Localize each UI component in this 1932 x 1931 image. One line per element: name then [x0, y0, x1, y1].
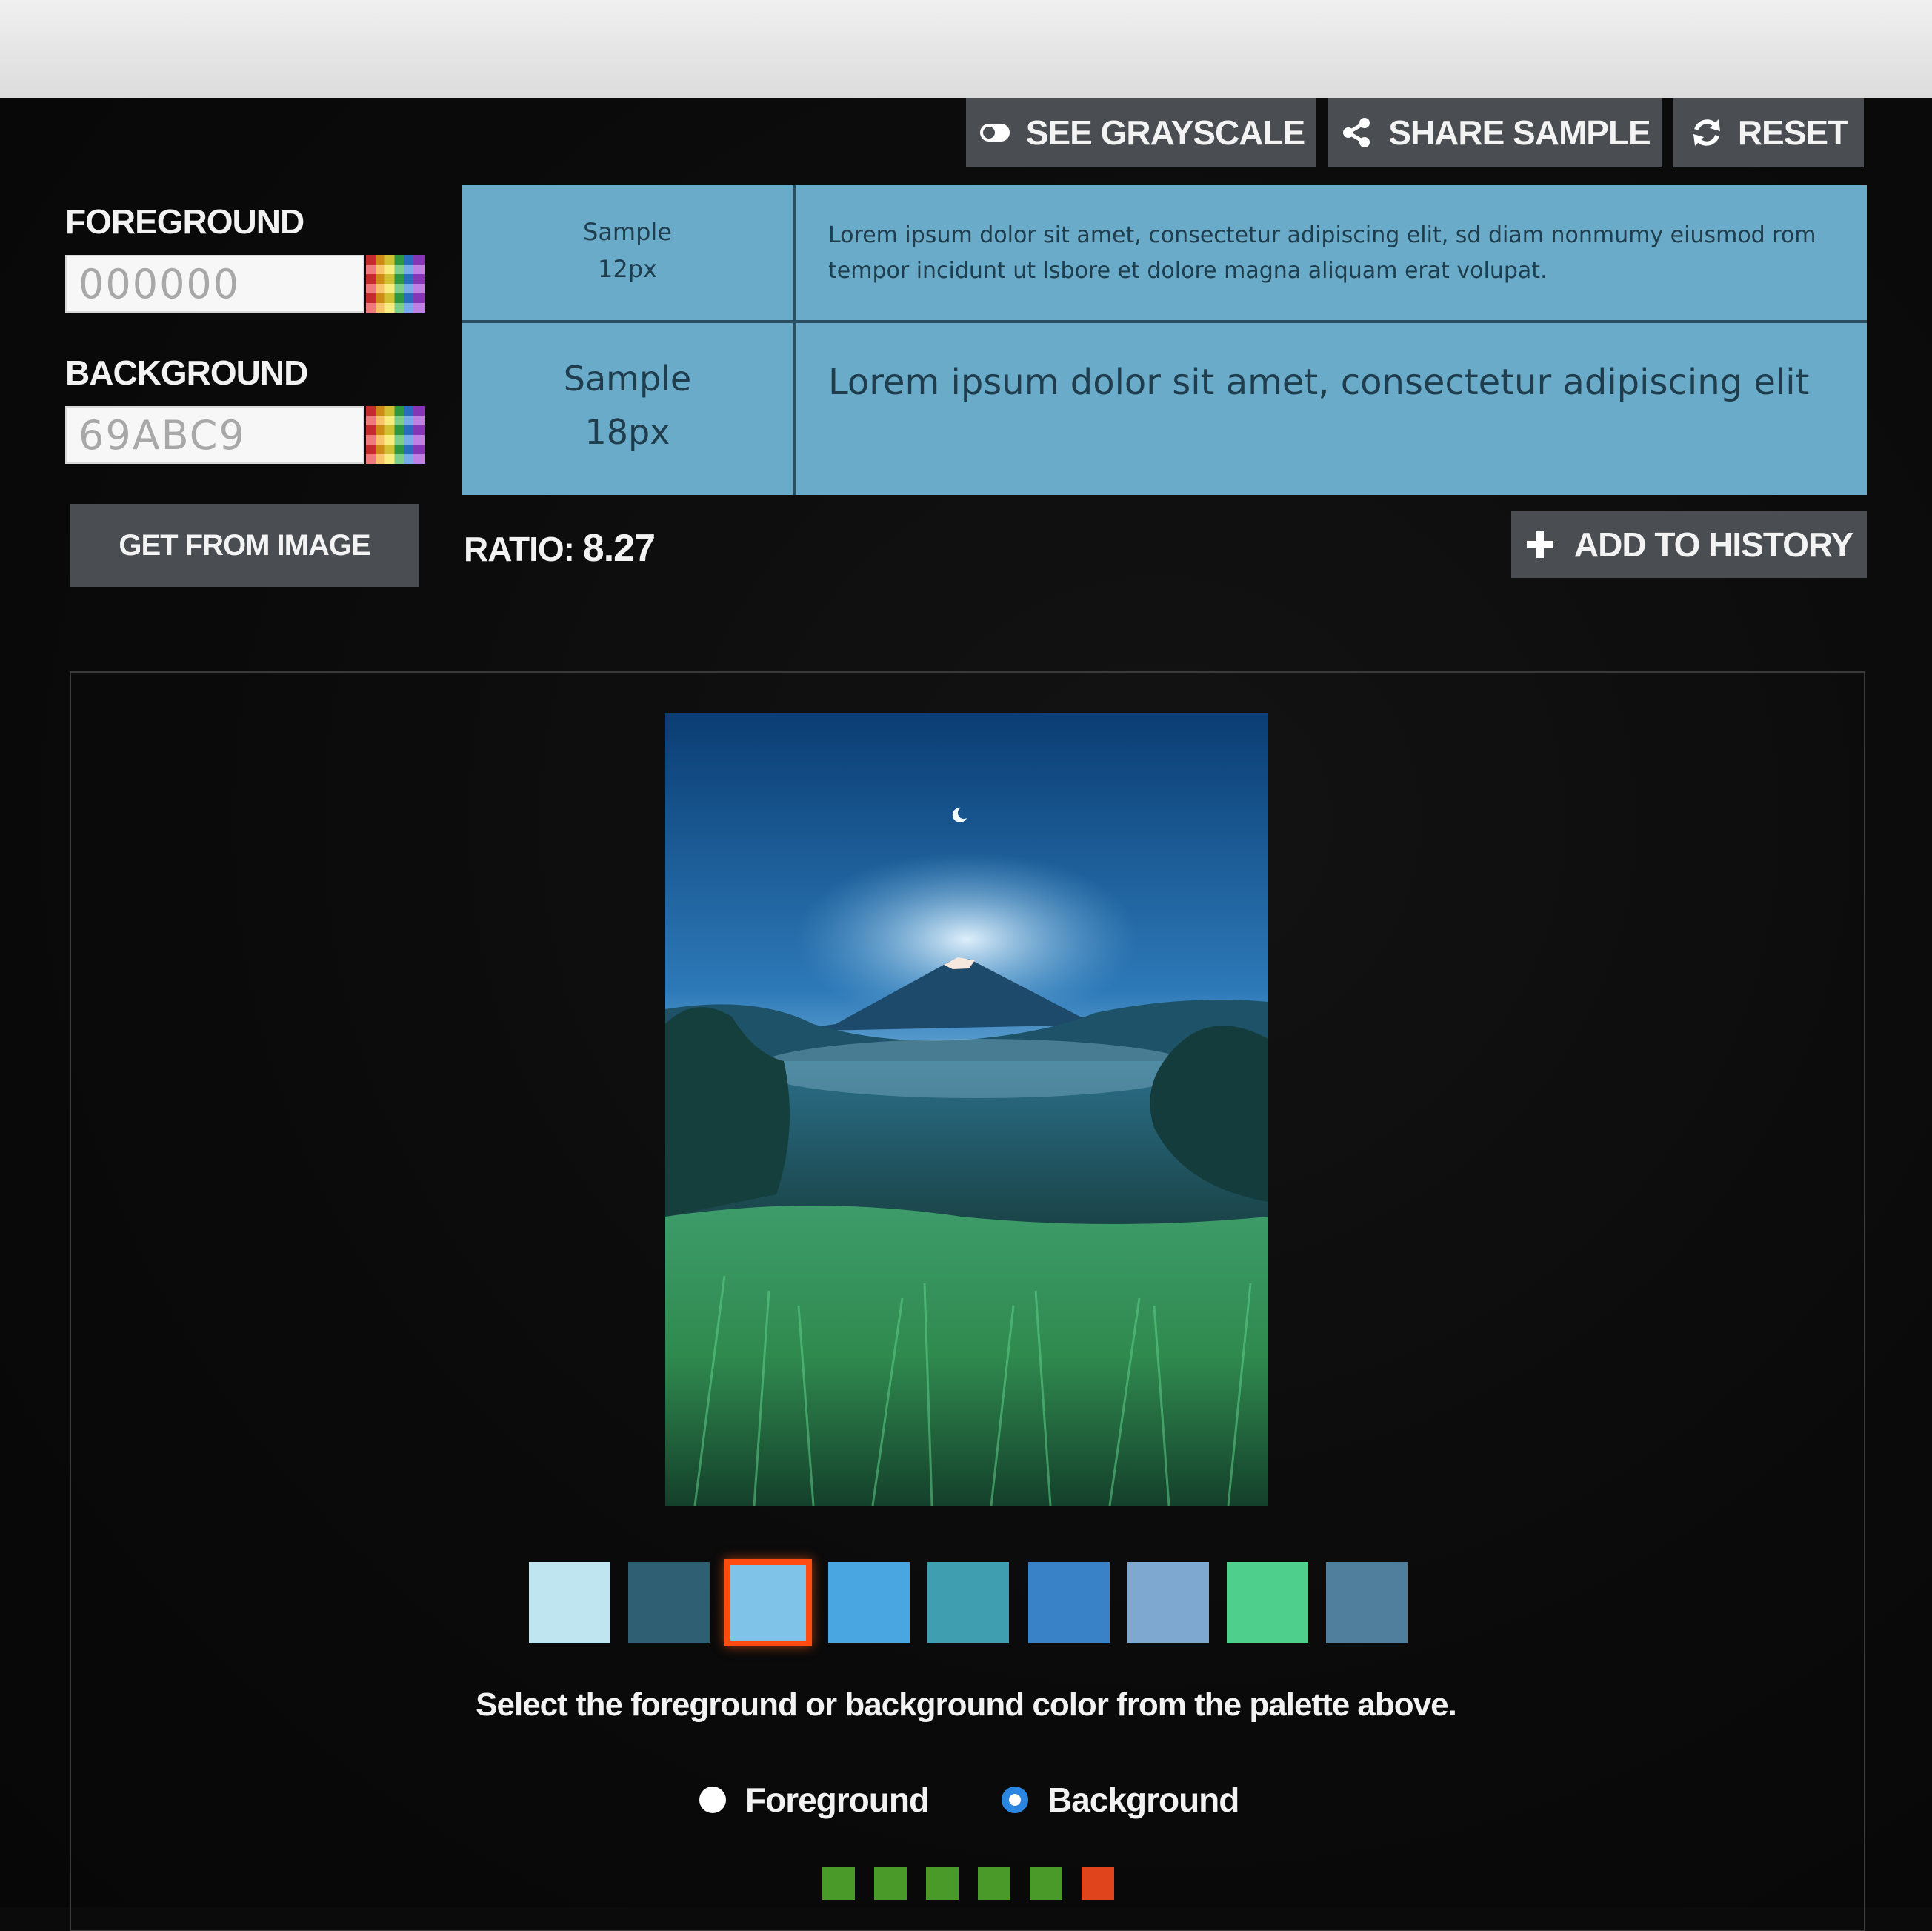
status-indicator-1 [822, 1867, 855, 1900]
foreground-radio-option[interactable]: Foreground [699, 1780, 930, 1820]
share-sample-label: SHARE SAMPLE [1388, 113, 1650, 152]
foreground-label: FOREGROUND [65, 202, 304, 241]
ratio-value: 8.27 [582, 527, 656, 570]
add-to-history-label: ADD TO HISTORY [1573, 525, 1853, 564]
palette-swatch-4[interactable] [828, 1562, 910, 1643]
sample-12px-size: 12px [598, 255, 657, 283]
status-indicator-3 [926, 1867, 959, 1900]
background-color-picker-icon[interactable] [366, 406, 425, 464]
sample-18px-text: Lorem ipsum dolor sit amet, consectetur … [828, 362, 1810, 403]
sample-preview: Sample 12px Lorem ipsum dolor sit amet, … [462, 185, 1867, 495]
ratio-label: RATIO: [464, 530, 575, 568]
sample-12px-title: Sample [583, 218, 672, 246]
monitor-bezel [0, 0, 1932, 98]
contrast-ratio: RATIO: 8.27 [464, 526, 656, 571]
background-radio[interactable] [1002, 1787, 1028, 1813]
sample-18px-text-cell: Lorem ipsum dolor sit amet, consectetur … [796, 323, 1867, 495]
landscape-photo [665, 713, 1268, 1506]
status-indicator-6 [1082, 1867, 1114, 1900]
palette-swatch-3[interactable] [724, 1559, 812, 1646]
status-indicator-5 [1030, 1867, 1062, 1900]
palette-swatch-6[interactable] [1028, 1562, 1110, 1643]
refresh-icon [1693, 119, 1720, 146]
sample-12px-text: Lorem ipsum dolor sit amet, consectetur … [828, 222, 1816, 284]
status-indicator-4 [978, 1867, 1010, 1900]
palette-swatch-8[interactable] [1227, 1562, 1308, 1643]
add-to-history-button[interactable]: ADD TO HISTORY [1511, 511, 1867, 578]
palette-swatch-2[interactable] [628, 1562, 710, 1643]
toggle-icon [979, 124, 1010, 142]
palette-swatch-9[interactable] [1326, 1562, 1408, 1643]
sample-12px-text-cell: Lorem ipsum dolor sit amet, consectetur … [796, 185, 1867, 323]
foreground-hex-input[interactable] [65, 255, 364, 313]
background-radio-label: Background [1047, 1781, 1239, 1819]
background-radio-option[interactable]: Background [1002, 1780, 1239, 1820]
palette-swatch-1[interactable] [529, 1562, 610, 1643]
uploaded-image [665, 713, 1268, 1506]
palette-instruction: Select the foreground or background colo… [476, 1686, 1457, 1723]
sample-18px-cell: Sample 18px [462, 323, 796, 495]
sample-18px-size: 18px [584, 412, 670, 452]
see-grayscale-label: SEE GRAYSCALE [1025, 113, 1305, 152]
background-hex-input[interactable] [65, 406, 364, 464]
see-grayscale-button[interactable]: SEE GRAYSCALE [966, 98, 1316, 167]
sample-18px-title: Sample [563, 359, 692, 399]
foreground-color-picker-icon[interactable] [366, 255, 425, 313]
share-sample-button[interactable]: SHARE SAMPLE [1328, 98, 1662, 167]
sample-12px-cell: Sample 12px [462, 185, 796, 323]
get-from-image-button[interactable]: GET FROM IMAGE [70, 504, 419, 587]
share-icon [1343, 118, 1370, 147]
foreground-radio-label: Foreground [745, 1781, 930, 1819]
reset-label: RESET [1737, 113, 1848, 152]
foreground-radio[interactable] [699, 1787, 726, 1813]
plus-icon [1526, 531, 1553, 558]
background-label: BACKGROUND [65, 353, 308, 392]
reset-button[interactable]: RESET [1673, 98, 1864, 167]
palette-swatch-7[interactable] [1127, 1562, 1209, 1643]
status-indicator-2 [874, 1867, 907, 1900]
palette-swatch-5[interactable] [927, 1562, 1009, 1643]
